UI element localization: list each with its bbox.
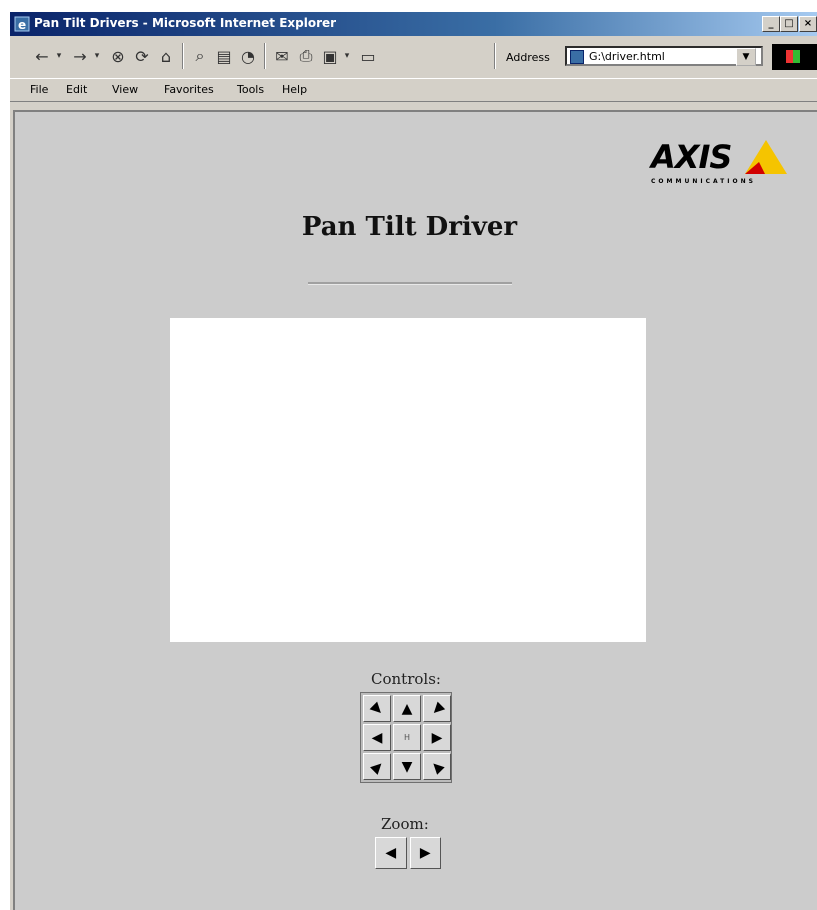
refresh-icon[interactable]: ⟳ bbox=[130, 42, 154, 70]
down-right-button[interactable]: ◀ bbox=[423, 753, 451, 780]
axis-logo-sub: COMMUNICATIONS bbox=[651, 178, 756, 185]
back-icon[interactable]: ← bbox=[30, 42, 54, 70]
minimize-button[interactable]: _ bbox=[762, 16, 780, 32]
favorites-icon[interactable]: ▤ bbox=[212, 42, 236, 70]
toolbar-separator bbox=[264, 43, 266, 69]
menu-file[interactable]: File bbox=[30, 83, 48, 96]
print-icon[interactable]: ⎙ bbox=[294, 42, 318, 70]
ie-icon: e bbox=[14, 16, 30, 32]
toolbar: ← ▾ → ▾ ⊗ ⟳ ⌂ ⌕ ▤ ◔ ✉ ⎙ ▣ ▾ ▭ Address G:… bbox=[10, 36, 817, 76]
toolbar-separator bbox=[182, 43, 184, 69]
zoom-in-button[interactable]: ▶ bbox=[409, 837, 441, 869]
history-icon[interactable]: ◔ bbox=[236, 42, 260, 70]
menu-bar: File Edit View Favorites Tools Help bbox=[10, 78, 817, 102]
zoom-out-arrow-icon: ◀ bbox=[385, 845, 397, 861]
zoom-label: Zoom: bbox=[381, 815, 429, 833]
zoom-controls: ◀ ▶ bbox=[375, 837, 441, 869]
axis-logo-word: AXIS bbox=[651, 138, 732, 176]
up-button[interactable]: ▲ bbox=[393, 695, 421, 722]
home-button[interactable]: H bbox=[393, 724, 421, 751]
browser-window: e Pan Tilt Drivers - Microsoft Internet … bbox=[10, 12, 817, 910]
mail-icon[interactable]: ✉ bbox=[270, 42, 294, 70]
edit-dropdown-icon[interactable]: ▾ bbox=[342, 42, 352, 70]
close-button[interactable]: × bbox=[799, 16, 817, 32]
title-bar: e Pan Tilt Drivers - Microsoft Internet … bbox=[10, 12, 817, 36]
page-content: AXIS COMMUNICATIONS Pan Tilt Driver Cont… bbox=[13, 110, 817, 910]
menu-edit[interactable]: Edit bbox=[66, 83, 87, 96]
address-dropdown-icon[interactable]: ▼ bbox=[736, 48, 756, 66]
window-title: Pan Tilt Drivers - Microsoft Internet Ex… bbox=[34, 16, 337, 30]
svg-text:e: e bbox=[18, 18, 26, 32]
up-left-button[interactable]: ▶ bbox=[363, 695, 391, 722]
windows-logo bbox=[772, 44, 817, 70]
zoom-in-arrow-icon: ▶ bbox=[419, 845, 431, 861]
left-button[interactable]: ◀ bbox=[363, 724, 391, 751]
maximize-button[interactable]: □ bbox=[780, 16, 798, 32]
divider bbox=[308, 282, 512, 285]
down-arrow-icon: ▼ bbox=[401, 758, 413, 775]
down-right-arrow-icon: ◀ bbox=[427, 757, 447, 776]
discuss-icon[interactable]: ▭ bbox=[356, 42, 380, 70]
forward-icon[interactable]: → bbox=[68, 42, 92, 70]
down-left-arrow-icon: ▶ bbox=[367, 757, 387, 776]
right-button[interactable]: ▶ bbox=[423, 724, 451, 751]
back-dropdown-icon[interactable]: ▾ bbox=[54, 42, 64, 70]
up-left-arrow-icon: ▶ bbox=[367, 699, 387, 718]
home-arrow-icon: H bbox=[403, 732, 410, 742]
zoom-out-button[interactable]: ◀ bbox=[375, 837, 407, 869]
up-right-arrow-icon: ◀ bbox=[427, 699, 447, 718]
pan-tilt-pad: ▶ ▲ ◀ ◀ H ▶ ▶ ▼ ◀ bbox=[360, 692, 452, 783]
up-right-button[interactable]: ◀ bbox=[423, 695, 451, 722]
home-icon[interactable]: ⌂ bbox=[154, 42, 178, 70]
down-left-button[interactable]: ▶ bbox=[363, 753, 391, 780]
edit-icon[interactable]: ▣ bbox=[318, 42, 342, 70]
page-icon bbox=[570, 50, 584, 64]
menu-favorites[interactable]: Favorites bbox=[164, 83, 214, 96]
menu-tools[interactable]: Tools bbox=[237, 83, 264, 96]
axis-triangle-icon bbox=[745, 140, 787, 174]
up-arrow-icon: ▲ bbox=[401, 700, 413, 717]
page-title: Pan Tilt Driver bbox=[301, 212, 518, 242]
stop-icon[interactable]: ⊗ bbox=[106, 42, 130, 70]
address-label: Address bbox=[506, 51, 550, 64]
forward-dropdown-icon[interactable]: ▾ bbox=[92, 42, 102, 70]
axis-logo: AXIS COMMUNICATIONS bbox=[651, 138, 791, 188]
right-arrow-icon: ▶ bbox=[431, 729, 443, 746]
toolbar-separator bbox=[494, 43, 496, 69]
menu-view[interactable]: View bbox=[112, 83, 138, 96]
controls-label: Controls: bbox=[371, 670, 441, 688]
address-field[interactable]: G:\driver.html bbox=[565, 46, 763, 66]
video-view bbox=[170, 318, 646, 642]
down-button[interactable]: ▼ bbox=[393, 753, 421, 780]
address-value[interactable]: G:\driver.html bbox=[589, 50, 665, 63]
menu-help[interactable]: Help bbox=[282, 83, 307, 96]
left-arrow-icon: ◀ bbox=[371, 729, 383, 746]
search-icon[interactable]: ⌕ bbox=[188, 42, 212, 70]
